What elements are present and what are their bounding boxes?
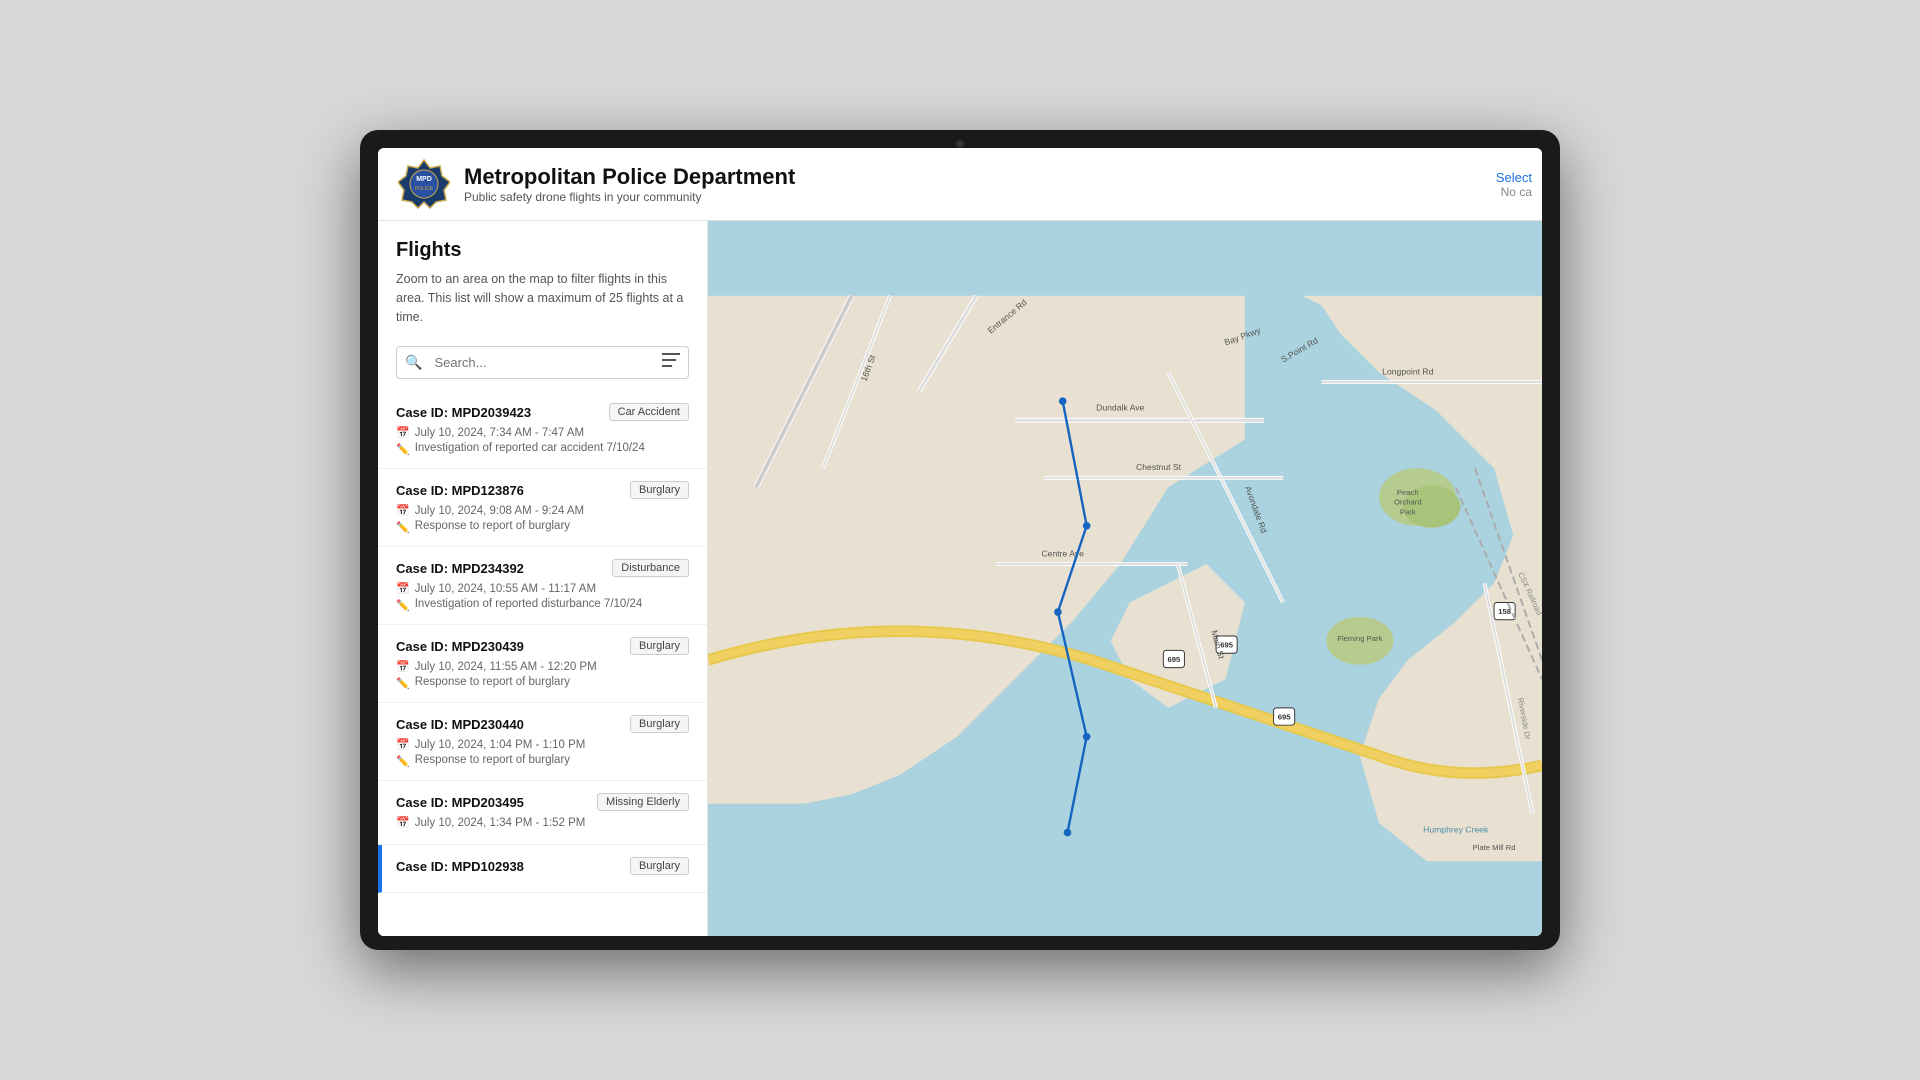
svg-text:Park: Park [1400,507,1416,516]
case-description: ✏️Response to report of burglary [396,520,689,534]
case-id: Case ID: MPD203495 [396,795,524,810]
case-badge: Burglary [630,637,689,655]
case-badge: Burglary [630,715,689,733]
case-id: Case ID: MPD234392 [396,561,524,576]
map-area[interactable]: Peach Orchard Park Fleming Park 695 [708,221,1542,936]
pencil-icon: ✏️ [396,599,410,612]
case-selector[interactable]: Select No ca [1462,148,1542,220]
header-text-block: Metropolitan Police Department Public sa… [464,164,795,204]
case-item[interactable]: Case ID: MPD102938 Burglary [378,845,707,893]
case-id: Case ID: MPD230440 [396,717,524,732]
case-id: Case ID: MPD2039423 [396,405,531,420]
pencil-icon: ✏️ [396,755,410,768]
org-subtitle: Public safety drone flights in your comm… [464,190,795,204]
flights-sidebar: Flights Zoom to an area on the map to fi… [378,221,708,936]
svg-text:Chestnut St: Chestnut St [1136,462,1182,472]
svg-text:POLICE: POLICE [415,186,434,192]
svg-text:Longpoint Rd: Longpoint Rd [1382,366,1433,376]
main-content: Flights Zoom to an area on the map to fi… [378,221,1542,936]
pencil-icon: ✏️ [396,677,410,690]
calendar-icon: 📅 [396,660,410,673]
calendar-icon: 📅 [396,816,410,829]
calendar-icon: 📅 [396,738,410,751]
case-badge: Burglary [630,857,689,875]
svg-text:Peach: Peach [1397,488,1419,497]
svg-text:Dundalk Ave: Dundalk Ave [1096,403,1144,413]
case-date: 📅July 10, 2024, 11:55 AM - 12:20 PM [396,660,689,673]
case-badge: Missing Elderly [597,793,689,811]
sidebar-title: Flights [396,239,689,262]
case-item[interactable]: Case ID: MPD123876 Burglary 📅July 10, 20… [378,469,707,547]
app-header: MPD POLICE Metropolitan Police Departmen… [378,148,1542,221]
case-description: ✏️Investigation of reported car accident… [396,442,689,456]
svg-text:695: 695 [1278,712,1292,721]
pencil-icon: ✏️ [396,443,410,456]
case-item[interactable]: Case ID: MPD230439 Burglary 📅July 10, 20… [378,625,707,703]
sidebar-header: Flights Zoom to an area on the map to fi… [378,221,707,336]
filter-button[interactable] [654,347,688,378]
svg-text:Humphrey Creek: Humphrey Creek [1423,825,1489,835]
search-bar[interactable]: 🔍 [396,346,689,379]
case-date: 📅July 10, 2024, 1:04 PM - 1:10 PM [396,738,689,751]
select-label[interactable]: Select [1496,170,1532,185]
pencil-icon: ✏️ [396,521,410,534]
select-value: No ca [1501,185,1532,199]
case-id: Case ID: MPD102938 [396,859,524,874]
case-item[interactable]: Case ID: MPD203495 Missing Elderly 📅July… [378,781,707,845]
calendar-icon: 📅 [396,504,410,517]
svg-text:695: 695 [1167,655,1181,664]
svg-text:Plate Mill Rd: Plate Mill Rd [1473,843,1516,852]
search-icon: 🔍 [397,347,430,378]
cases-list: Case ID: MPD2039423 Car Accident 📅July 1… [378,391,707,936]
calendar-icon: 📅 [396,582,410,595]
sidebar-description: Zoom to an area on the map to filter fli… [396,270,689,326]
svg-text:Fleming Park: Fleming Park [1337,634,1382,643]
map-svg: Peach Orchard Park Fleming Park 695 [708,221,1542,936]
org-name: Metropolitan Police Department [464,164,795,190]
case-date: 📅July 10, 2024, 7:34 AM - 7:47 AM [396,426,689,439]
case-badge: Disturbance [612,559,689,577]
case-date: 📅July 10, 2024, 1:34 PM - 1:52 PM [396,816,689,829]
case-item[interactable]: Case ID: MPD234392 Disturbance 📅July 10,… [378,547,707,625]
filter-icon [662,353,680,367]
calendar-icon: 📅 [396,426,410,439]
case-date: 📅July 10, 2024, 9:08 AM - 9:24 AM [396,504,689,517]
case-item[interactable]: Case ID: MPD2039423 Car Accident 📅July 1… [378,391,707,469]
svg-text:Orchard: Orchard [1394,498,1422,507]
case-id: Case ID: MPD123876 [396,483,524,498]
case-item[interactable]: Case ID: MPD230440 Burglary 📅July 10, 20… [378,703,707,781]
police-badge-icon: MPD POLICE [398,158,450,210]
case-description: ✏️Response to report of burglary [396,676,689,690]
case-badge: Car Accident [609,403,689,421]
case-id: Case ID: MPD230439 [396,639,524,654]
case-description: ✏️Response to report of burglary [396,754,689,768]
case-badge: Burglary [630,481,689,499]
svg-text:MPD: MPD [416,176,432,183]
case-description: ✏️Investigation of reported disturbance … [396,598,689,612]
search-input[interactable] [430,348,654,377]
case-date: 📅July 10, 2024, 10:55 AM - 11:17 AM [396,582,689,595]
